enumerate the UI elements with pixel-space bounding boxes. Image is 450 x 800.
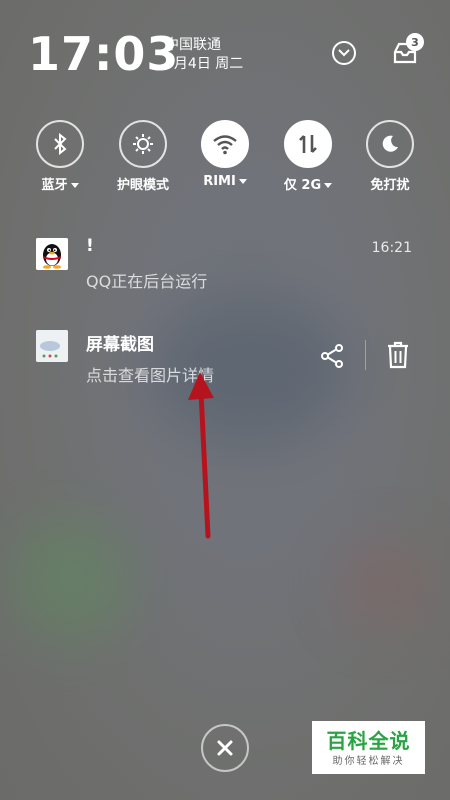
watermark-sub: 助你轻松解决 [332, 756, 405, 767]
watermark-main: 百科全说 [326, 729, 411, 753]
watermark-logo: 百科全说 助你轻松解决 [312, 721, 425, 774]
clear-all-button[interactable] [201, 724, 249, 772]
close-icon [217, 740, 233, 756]
red-arrow-annotation [188, 372, 214, 539]
